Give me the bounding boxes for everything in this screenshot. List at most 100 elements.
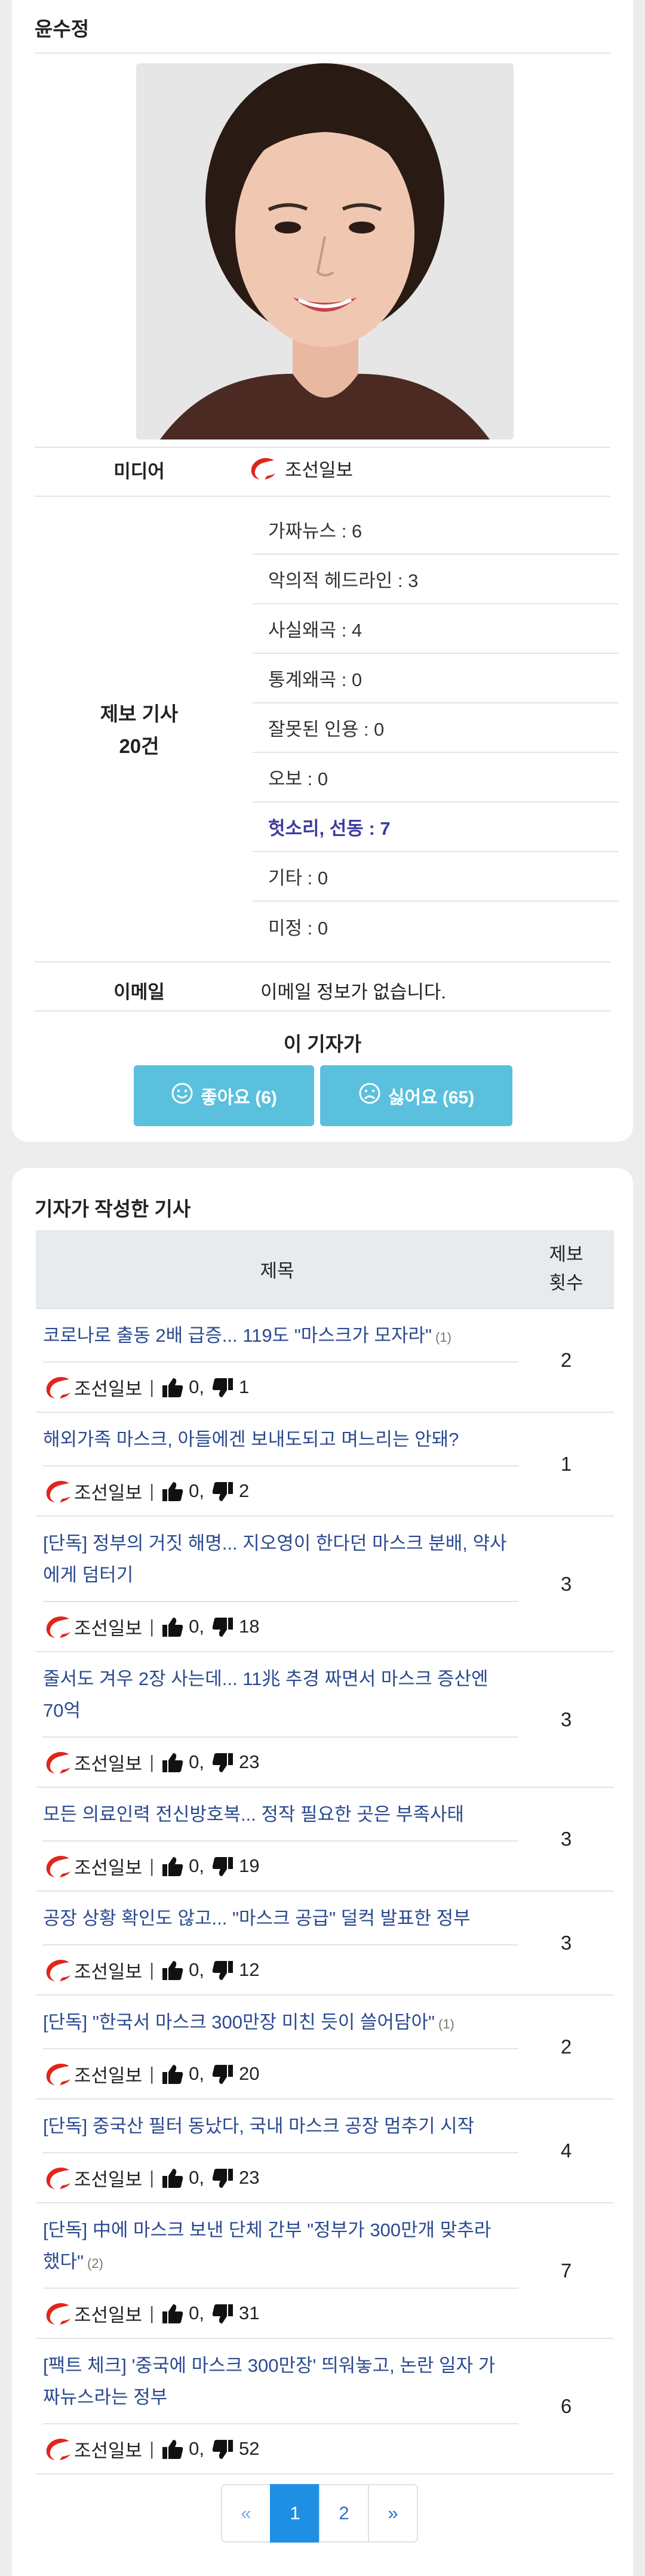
reports-label: 제보 기사 bbox=[100, 703, 179, 725]
report-count: 4 bbox=[560, 2140, 572, 2162]
report-category-highlight: 헛소리, 선동 : 7 bbox=[253, 803, 619, 852]
thumbs-up-icon bbox=[161, 1615, 184, 1638]
chosun-logo-icon bbox=[43, 1478, 73, 1504]
article-title[interactable]: [단독] 中에 마스크 보낸 단체 간부 "정부가 300만개 맞추라 했다" bbox=[43, 2220, 491, 2272]
chosun-logo-icon bbox=[43, 2436, 73, 2461]
like-count: 0, bbox=[189, 1959, 205, 1980]
table-row: 공장 상황 확인도 않고... "마스크 공급" 덜컥 발표한 정부 조선일보 … bbox=[36, 1892, 614, 1996]
table-header: 제목 제보 횟수 bbox=[36, 1230, 614, 1309]
article-title[interactable]: 모든 의료인력 전신방호복... 정작 필요한 곳은 부족사태 bbox=[43, 1804, 464, 1825]
media-label: 미디어 bbox=[113, 461, 165, 482]
article-title-link[interactable]: 공장 상황 확인도 않고... "마스크 공급" 덜컥 발표한 정부 bbox=[43, 1892, 518, 1945]
page-button-1[interactable]: 1 bbox=[270, 2484, 320, 2543]
article-title-link[interactable]: 줄서도 겨우 2장 사는데... 11兆 추경 짜면서 마스크 증산엔 70억 bbox=[43, 1652, 518, 1738]
article-meta: 조선일보 | 0, 1 bbox=[43, 1363, 518, 1412]
dislike-button[interactable]: 싫어요 (65) bbox=[320, 1065, 512, 1126]
article-title[interactable]: [팩트 체크] '중국에 마스크 300만장' 띄워놓고, 논란 일자 가짜뉴스… bbox=[43, 2355, 495, 2408]
article-cell: [팩트 체크] '중국에 마스크 300만장' 띄워놓고, 논란 일자 가짜뉴스… bbox=[36, 2339, 518, 2473]
table-row: 코로나로 출동 2배 급증... 119도 "마스크가 모자라" (1) 조선일보… bbox=[36, 1309, 614, 1413]
article-media: 조선일보 bbox=[74, 1482, 143, 1504]
like-label: 좋아요 (6) bbox=[201, 1088, 277, 1108]
frown-icon bbox=[358, 1082, 381, 1109]
report-category-list: 가짜뉴스 : 6 악의적 헤드라인 : 3 사실왜곡 : 4 통계왜곡 : 0 … bbox=[253, 505, 619, 951]
next-page-button[interactable]: » bbox=[368, 2484, 418, 2543]
dislike-count: 19 bbox=[239, 1855, 260, 1876]
articles-table: 제목 제보 횟수 코로나로 출동 2배 급증... 119도 "마스크가 모자라… bbox=[36, 1230, 614, 2474]
divider bbox=[35, 496, 610, 497]
article-title-link[interactable]: 해외가족 마스크, 아들에겐 보내도되고 며느리는 안돼? bbox=[43, 1413, 518, 1467]
article-title[interactable]: [단독] 정부의 거짓 해명... 지오영이 한다던 마스크 분배, 약사에게 … bbox=[43, 1533, 507, 1585]
separator: | bbox=[149, 2167, 155, 2188]
separator: | bbox=[149, 2063, 155, 2084]
article-title-link[interactable]: [단독] 중국산 필터 동났다, 국내 마스크 공장 멈추기 시작 bbox=[43, 2099, 518, 2153]
separator: | bbox=[149, 1855, 155, 1876]
article-cell: [단독] 중국산 필터 동났다, 국내 마스크 공장 멈추기 시작 조선일보 |… bbox=[36, 2099, 518, 2202]
like-button[interactable]: 좋아요 (6) bbox=[134, 1065, 314, 1126]
articles-card: 기자가 작성한 기사 제목 제보 횟수 코로나로 출동 2배 급증... 119… bbox=[12, 1168, 633, 2576]
article-title[interactable]: [단독] 중국산 필터 동났다, 국내 마스크 공장 멈추기 시작 bbox=[43, 2116, 474, 2137]
article-title[interactable]: [단독] "한국서 마스크 300만장 미친 듯이 쓸어담아" bbox=[43, 2012, 435, 2033]
comment-count-badge: (2) bbox=[87, 2256, 103, 2271]
page-button-2[interactable]: 2 bbox=[319, 2484, 369, 2543]
separator: | bbox=[149, 1616, 155, 1637]
reports-count-label: 제보 기사 20건 bbox=[35, 698, 244, 763]
article-title-link[interactable]: 코로나로 출동 2배 급증... 119도 "마스크가 모자라" (1) bbox=[43, 1309, 518, 1363]
report-count: 2 bbox=[560, 2036, 572, 2058]
article-media: 조선일보 bbox=[74, 1753, 143, 1775]
table-row: 해외가족 마스크, 아들에겐 보내도되고 며느리는 안돼? 조선일보 | 0, … bbox=[36, 1413, 614, 1517]
reporter-photo-image bbox=[136, 63, 514, 439]
divider bbox=[35, 447, 610, 448]
article-meta: 조선일보 | 0, 2 bbox=[43, 1467, 518, 1516]
article-media: 조선일보 bbox=[74, 2065, 143, 2086]
comment-count-badge: (1) bbox=[438, 2016, 454, 2031]
table-row: [단독] 중국산 필터 동났다, 국내 마스크 공장 멈추기 시작 조선일보 |… bbox=[36, 2099, 614, 2203]
article-meta: 조선일보 | 0, 12 bbox=[43, 1945, 518, 1994]
article-media: 조선일보 bbox=[74, 2304, 143, 2326]
article-title-link[interactable]: [단독] 中에 마스크 보낸 단체 간부 "정부가 300만개 맞추라 했다"(… bbox=[43, 2203, 518, 2289]
table-body: 코로나로 출동 2배 급증... 119도 "마스크가 모자라" (1) 조선일보… bbox=[36, 1309, 614, 2474]
article-cell: 모든 의료인력 전신방호복... 정작 필요한 곳은 부족사태 조선일보 | 0… bbox=[36, 1788, 518, 1890]
report-count: 3 bbox=[560, 1828, 572, 1850]
thumbs-down-icon bbox=[211, 2302, 234, 2325]
dislike-count: 20 bbox=[239, 2063, 260, 2084]
thumbs-up-icon bbox=[161, 2302, 184, 2325]
table-row: [단독] 정부의 거짓 해명... 지오영이 한다던 마스크 분배, 약사에게 … bbox=[36, 1517, 614, 1652]
article-title[interactable]: 코로나로 출동 2배 급증... 119도 "마스크가 모자라" bbox=[43, 1325, 432, 1346]
article-title[interactable]: 줄서도 겨우 2장 사는데... 11兆 추경 짜면서 마스크 증산엔 70억 bbox=[43, 1668, 489, 1721]
chosun-logo-icon bbox=[43, 1957, 73, 1982]
article-cell: 해외가족 마스크, 아들에겐 보내도되고 며느리는 안돼? 조선일보 | 0, … bbox=[36, 1413, 518, 1516]
article-title-link[interactable]: [단독] "한국서 마스크 300만장 미친 듯이 쓸어담아" (1) bbox=[43, 1996, 518, 2049]
report-count: 3 bbox=[560, 1572, 572, 1595]
prev-page-button[interactable]: « bbox=[221, 2484, 271, 2543]
table-row: 모든 의료인력 전신방호복... 정작 필요한 곳은 부족사태 조선일보 | 0… bbox=[36, 1788, 614, 1892]
article-cell: [단독] "한국서 마스크 300만장 미친 듯이 쓸어담아" (1) 조선일보 … bbox=[36, 1996, 518, 2098]
table-row: [단독] "한국서 마스크 300만장 미친 듯이 쓸어담아" (1) 조선일보 … bbox=[36, 1996, 614, 2099]
article-meta: 조선일보 | 0, 23 bbox=[43, 2153, 518, 2202]
article-title-link[interactable]: 모든 의료인력 전신방호복... 정작 필요한 곳은 부족사태 bbox=[43, 1788, 518, 1842]
article-media: 조선일보 bbox=[74, 1857, 143, 1879]
article-title[interactable]: 해외가족 마스크, 아들에겐 보내도되고 며느리는 안돼? bbox=[43, 1429, 459, 1450]
column-header-count-line1: 제보 bbox=[549, 1244, 583, 1265]
article-title-link[interactable]: [단독] 정부의 거짓 해명... 지오영이 한다던 마스크 분배, 약사에게 … bbox=[43, 1517, 518, 1602]
report-category: 오보 : 0 bbox=[253, 753, 619, 803]
article-title[interactable]: 공장 상황 확인도 않고... "마스크 공급" 덜컥 발표한 정부 bbox=[43, 1908, 471, 1929]
thumbs-up-icon bbox=[161, 2437, 184, 2460]
email-label: 이메일 bbox=[113, 982, 165, 1003]
reporter-vote-title: 이 기자가 bbox=[283, 1033, 362, 1055]
dislike-count: 23 bbox=[239, 1751, 260, 1772]
article-meta: 조선일보 | 0, 19 bbox=[43, 1842, 518, 1890]
article-title-link[interactable]: [팩트 체크] '중국에 마스크 300만장' 띄워놓고, 논란 일자 가짜뉴스… bbox=[43, 2339, 518, 2424]
like-count: 0, bbox=[189, 2303, 205, 2323]
article-meta: 조선일보 | 0, 31 bbox=[43, 2289, 518, 2338]
chosun-logo-icon bbox=[43, 2301, 73, 2326]
dislike-count: 31 bbox=[239, 2303, 260, 2323]
thumbs-down-icon bbox=[211, 1959, 234, 1981]
report-count: 7 bbox=[560, 2259, 572, 2282]
separator: | bbox=[149, 1751, 155, 1772]
dislike-count: 23 bbox=[239, 2167, 260, 2188]
thumbs-up-icon bbox=[161, 1376, 184, 1398]
media-value[interactable]: 조선일보 bbox=[248, 454, 353, 482]
like-count: 0, bbox=[189, 1751, 205, 1772]
smile-icon bbox=[171, 1082, 194, 1109]
report-category: 통계왜곡 : 0 bbox=[253, 654, 619, 703]
